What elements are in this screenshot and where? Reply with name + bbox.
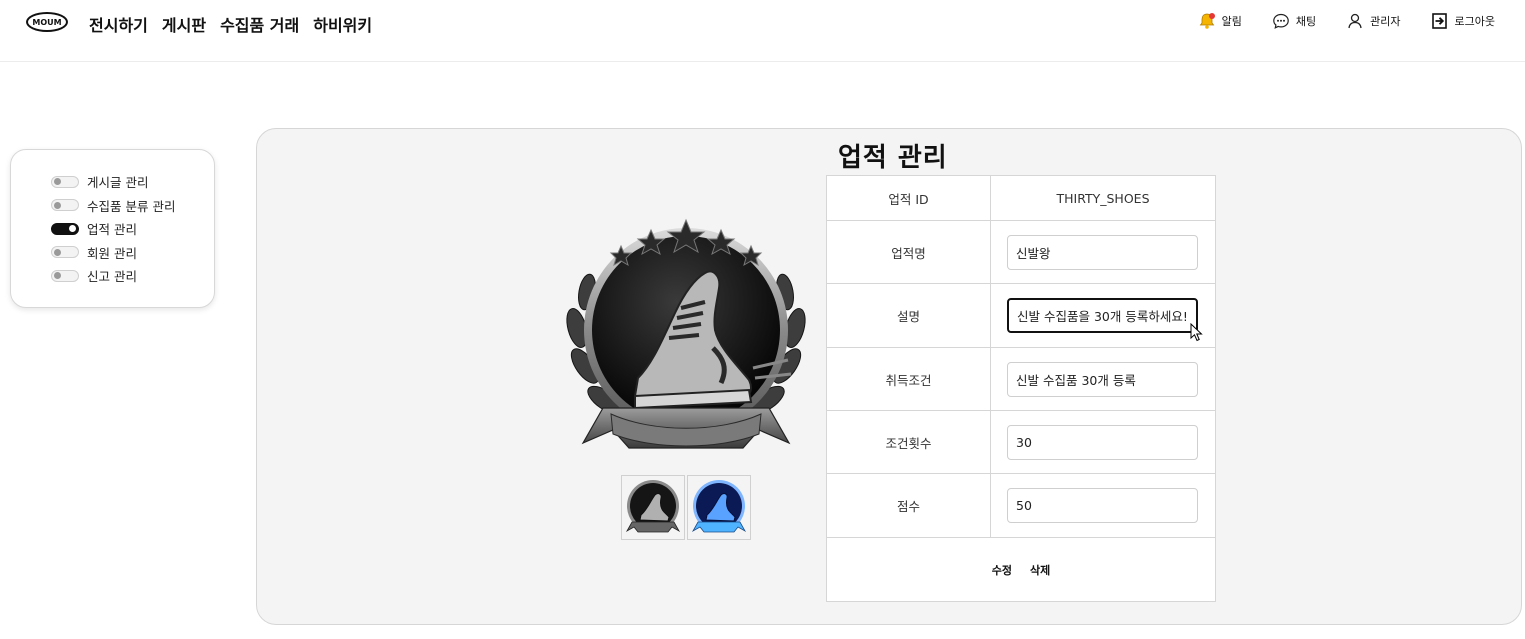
label-description: 설명 [827, 284, 991, 347]
shoe-badge-icon [566, 218, 806, 449]
chat-label: 채팅 [1295, 15, 1317, 28]
label-achievement-id: 업적 ID [827, 176, 991, 220]
edit-button[interactable]: 수정 [992, 562, 1012, 578]
toggle-icon [51, 269, 79, 282]
bell-icon [1199, 13, 1215, 29]
page-title: 업적 관리 [838, 143, 948, 173]
sidebar-item-label: 신고 관리 [87, 269, 137, 285]
label-condition: 취득조건 [827, 348, 991, 410]
toggle-on-icon [51, 222, 79, 235]
main-nav: 전시하기 게시판 수집품 거래 하비위키 [89, 12, 372, 36]
toggle-icon [51, 175, 79, 188]
score-input[interactable]: 50 [1007, 488, 1198, 523]
sidebar-item-reports[interactable]: 신고 관리 [51, 264, 214, 288]
row-achievement-id: 업적 ID THIRTY_SHOES [827, 176, 1215, 221]
sidebar-item-label: 회원 관리 [87, 245, 137, 261]
notification-label: 알림 [1221, 15, 1242, 28]
logout-link[interactable]: 로그아웃 [1431, 12, 1495, 30]
notification-link[interactable]: 알림 [1198, 12, 1242, 30]
sidebar-item-categories[interactable]: 수집품 분류 관리 [51, 194, 214, 218]
condition-input[interactable]: 신발 수집품 30개 등록 [1007, 362, 1198, 397]
toggle-icon [51, 199, 79, 212]
thumbnail-blue-badge[interactable] [687, 475, 751, 540]
label-score: 점수 [827, 474, 991, 537]
label-achievement-name: 업적명 [827, 221, 991, 283]
sidebar-item-label: 업적 관리 [87, 222, 137, 238]
row-achievement-name: 업적명 신발왕 [827, 221, 1215, 284]
chat-link[interactable]: 채팅 [1272, 12, 1316, 30]
action-row: 수정 삭제 [827, 538, 1215, 602]
sidebar-item-achievements[interactable]: 업적 관리 [51, 217, 214, 241]
achievement-name-input[interactable]: 신발왕 [1007, 235, 1198, 270]
sidebar-item-label: 수집품 분류 관리 [87, 198, 176, 214]
row-description: 설명 신발 수집품을 30개 등록하세요! [827, 284, 1215, 348]
chat-icon [1273, 13, 1289, 29]
achievement-detail-table: 업적 ID THIRTY_SHOES 업적명 신발왕 설명 신발 수집품을 30… [826, 175, 1216, 602]
user-nav: 알림 채팅 관리자 로그아웃 [1198, 12, 1495, 30]
row-condition: 취득조건 신발 수집품 30개 등록 [827, 348, 1215, 411]
admin-link[interactable]: 관리자 [1346, 12, 1401, 30]
row-condition-count: 조건횟수 30 [827, 411, 1215, 474]
description-input[interactable]: 신발 수집품을 30개 등록하세요! [1007, 298, 1198, 333]
row-score: 점수 50 [827, 474, 1215, 538]
moum-logo[interactable]: MOUM [26, 12, 68, 32]
sidebar-item-members[interactable]: 회원 관리 [51, 241, 214, 265]
nav-trade[interactable]: 수집품 거래 [220, 12, 299, 36]
top-header: MOUM 전시하기 게시판 수집품 거래 하비위키 알림 채팅 관리자 로그아웃 [0, 0, 1525, 62]
shoe-badge-dark-icon [625, 480, 681, 533]
nav-wiki[interactable]: 하비위키 [313, 12, 372, 36]
logout-label: 로그아웃 [1454, 15, 1495, 28]
toggle-icon [51, 246, 79, 259]
shoe-badge-blue-icon [691, 480, 747, 533]
label-condition-count: 조건횟수 [827, 411, 991, 473]
user-icon [1348, 13, 1362, 29]
mouse-cursor-icon [1190, 323, 1203, 342]
value-achievement-id: THIRTY_SHOES [1056, 190, 1150, 206]
thumbnail-dark-badge[interactable] [621, 475, 685, 540]
delete-button[interactable]: 삭제 [1030, 562, 1050, 578]
nav-exhibit[interactable]: 전시하기 [89, 12, 148, 36]
sidebar-item-posts[interactable]: 게시글 관리 [51, 170, 214, 194]
condition-count-input[interactable]: 30 [1007, 425, 1198, 460]
admin-label: 관리자 [1370, 15, 1401, 28]
admin-sidebar: 게시글 관리 수집품 분류 관리 업적 관리 회원 관리 신고 관리 [10, 149, 215, 308]
logout-icon [1431, 13, 1447, 29]
nav-board[interactable]: 게시판 [162, 12, 206, 36]
sidebar-item-label: 게시글 관리 [87, 175, 149, 191]
